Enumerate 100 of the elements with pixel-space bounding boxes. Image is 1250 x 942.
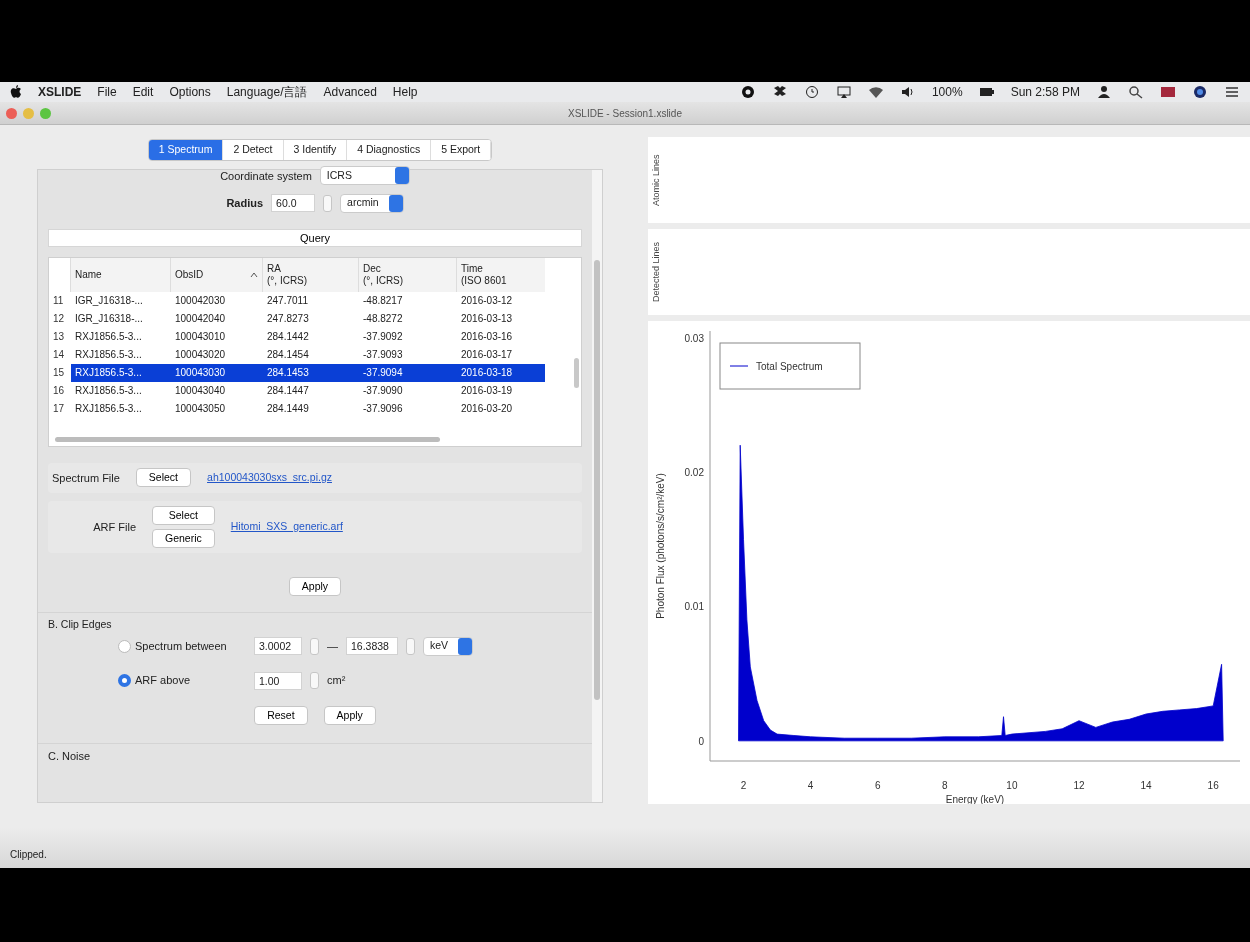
table-cell[interactable]: 100043010 [171,327,263,346]
column-header[interactable]: Dec (°, ICRS) [359,257,457,292]
table-cell[interactable]: -48.8272 [359,309,457,328]
area-field[interactable]: 1.00 [254,671,302,690]
select-button[interactable]: Select [135,468,192,488]
column-header[interactable]: ObsID [171,257,263,292]
action-button[interactable]: Reset [254,705,308,725]
table-cell[interactable]: 284.1447 [263,381,359,400]
arf-button[interactable]: Select [152,505,215,525]
menu-item[interactable]: Advanced [323,83,377,101]
apply-button[interactable]: Apply [288,576,342,596]
tick-label: 16 [1207,780,1219,791]
field-label: ARF File [92,519,136,535]
screen-icon[interactable] [835,85,852,99]
table-cell[interactable]: -37.9090 [359,381,457,400]
table-cell[interactable]: 284.1453 [263,363,359,382]
table-cell[interactable]: 100042040 [171,309,263,328]
radio-option[interactable]: ARF above [118,672,246,689]
menu-item[interactable]: File [97,83,117,101]
table-cell[interactable]: -48.8217 [359,291,457,310]
table-cell[interactable]: IGR_J16318-... [71,291,171,310]
section-title: C. Noise [48,749,91,762]
table-cell[interactable]: RXJ1856.5-3... [71,327,171,346]
radius-field[interactable]: 60.0 [271,194,316,213]
table-cell[interactable]: 100043020 [171,345,263,364]
flag-icon[interactable] [1160,85,1176,99]
section-title: B. Clip Edges [48,616,113,632]
apple-logo-icon[interactable] [10,85,22,99]
table-cell[interactable]: RXJ1856.5-3... [71,345,171,364]
table-cell[interactable]: RXJ1856.5-3... [71,381,171,400]
tick-label: 0.02 [684,467,704,479]
table-cell[interactable]: RXJ1856.5-3... [71,399,171,418]
coordinate-dropdown[interactable]: ICRS [319,166,410,186]
column-header[interactable]: Time (ISO 8601 [457,257,545,292]
table-cell[interactable]: 2016-03-19 [457,381,545,400]
record-icon[interactable] [739,85,756,99]
table-cell[interactable]: 2016-03-12 [457,291,545,310]
table-cell[interactable]: -37.9093 [359,345,457,364]
menu-icon[interactable] [1224,85,1240,99]
user-icon[interactable] [1096,85,1112,99]
window-title: XSLIDE - Session1.xslide [567,106,683,121]
menu-item[interactable]: Language/言語 [226,83,308,101]
tick-label: 14 [1140,780,1152,791]
tick-label: 4 [807,780,814,791]
file-link[interactable]: ah100043030sxs_src.pi.gz [207,469,332,486]
table-cell[interactable]: 2016-03-20 [457,399,545,418]
speaker-icon[interactable] [899,85,916,99]
energy-field[interactable]: 3.0002 [254,637,302,655]
table-cell[interactable]: -37.9096 [359,399,457,418]
tick-label: 2 [740,780,747,791]
battery-percent: 100% [931,84,963,101]
table-cell[interactable]: 100043050 [171,399,263,418]
scrollbar-thumb[interactable] [574,357,579,388]
table-cell[interactable]: 247.8273 [263,309,359,328]
energy-field[interactable]: 16.3838 [346,637,398,655]
query-button[interactable]: Query [48,228,582,247]
menu-clock[interactable]: Sun 2:58 PM [1010,83,1080,101]
table-cell[interactable]: 247.7011 [263,291,359,310]
column-header[interactable]: RA (°, ICRS) [263,257,359,292]
app-menu[interactable]: XSLIDE [38,83,82,101]
menu-item[interactable]: Edit [132,83,154,101]
scrollbar-thumb[interactable] [594,259,600,700]
radio-option[interactable]: Spectrum between [118,637,246,655]
scrollbar-thumb[interactable] [55,436,440,442]
table-cell[interactable]: 284.1454 [263,345,359,364]
table-cell[interactable]: 100043040 [171,381,263,400]
action-button[interactable]: Apply [323,705,376,725]
table-cell[interactable]: IGR_J16318-... [71,309,171,328]
axis-title: Photon Flux (photons/s/cm²/keV) [655,473,666,619]
tick-label: 10 [1006,780,1018,791]
file-link[interactable]: Hitomi_SXS_generic.arf [230,518,343,535]
unit-dropdown[interactable]: arcmin [340,193,404,213]
table-cell[interactable]: 284.1442 [263,327,359,346]
close-button[interactable] [6,107,17,119]
search-icon[interactable] [1128,85,1144,99]
menu-item[interactable]: Options [169,83,211,101]
sort-caret-icon[interactable] [250,271,258,278]
menu-item[interactable]: Help [392,83,418,101]
tab[interactable]: 1 Spectrum [148,140,224,160]
table-cell[interactable]: 284.1449 [263,399,359,418]
table-cell[interactable]: -37.9092 [359,327,457,346]
table-cell[interactable]: 2016-03-16 [457,327,545,346]
range-dash: — [327,638,338,654]
siri-icon[interactable] [1192,85,1208,99]
arf-button[interactable]: Generic [152,528,215,548]
column-header[interactable]: Name [71,257,171,292]
table-cell[interactable]: -37.9094 [359,363,457,382]
table-cell[interactable]: RXJ1856.5-3... [71,363,171,382]
table-cell[interactable]: 100042030 [171,291,263,310]
wifi-icon[interactable] [867,85,884,99]
axis-label: Detected Lines [650,241,662,305]
unit-label: cm² [327,673,346,689]
unit-dropdown[interactable]: keV [423,636,474,656]
table-cell[interactable]: 100043030 [171,363,263,382]
tick-label: 8 [942,780,948,791]
table-cell[interactable]: 2016-03-18 [457,363,545,382]
table-cell[interactable]: 2016-03-13 [457,309,545,328]
clock-icon[interactable] [803,85,820,99]
battery-icon[interactable] [978,85,995,99]
table-cell[interactable]: 2016-03-17 [457,345,545,364]
